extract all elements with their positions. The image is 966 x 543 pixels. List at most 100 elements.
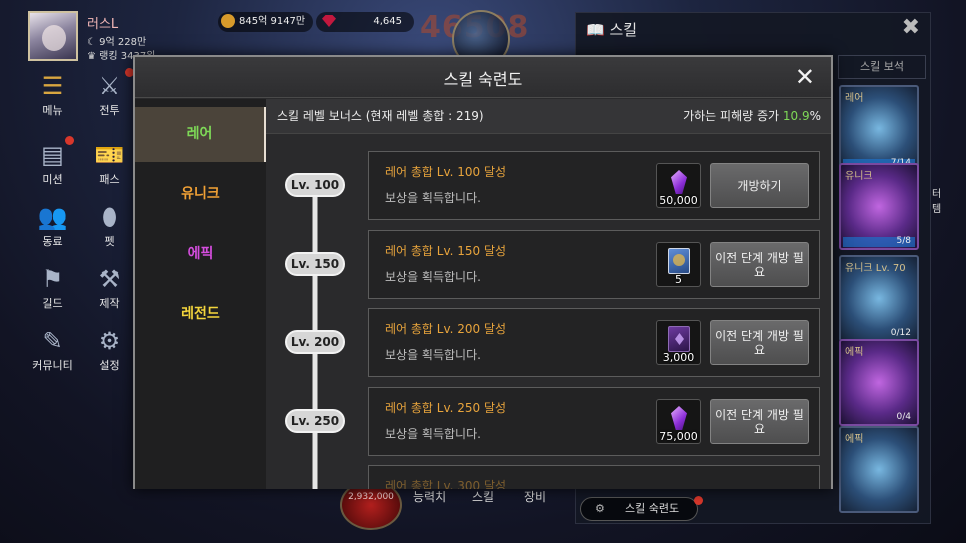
tab-rare-label: 레어 [186, 126, 213, 142]
settings-label: 설정 [99, 359, 120, 372]
guild-button[interactable]: ⚑ 길드 [25, 266, 80, 311]
gold-value: 845억 9147만 [239, 16, 306, 27]
notification-dot [65, 136, 74, 145]
skill-card-label: 레어 [845, 93, 864, 104]
ruby-counter: 4,645 [316, 12, 414, 32]
ruby-value: 4,645 [373, 16, 402, 27]
egg-icon: ⬮ [101, 203, 118, 231]
mission-button[interactable]: ▤ 미션 [25, 142, 80, 187]
people-icon: 👥 [37, 203, 68, 231]
milestone-title: 레어 총합 Lv. 150 달성 [385, 244, 507, 258]
skill-card-count: 5/8 [896, 236, 911, 246]
ticket-icon: 🎫 [94, 141, 125, 169]
damage-bonus: 가하는 피해량 증가 10.9% [683, 99, 821, 134]
skill-panel-title: 📖 스킬 [586, 21, 638, 39]
reward-qty: 50,000 [659, 194, 698, 207]
skill-panel-title-text: 스킬 [609, 21, 638, 39]
ruby-icon [322, 15, 336, 27]
skill-card[interactable]: 유니크 5/8 [839, 163, 919, 250]
milestone-row: 레어 총합 Lv. 100 달성 보상을 획득합니다. 50,000 개방하기 [368, 151, 820, 220]
tab-legend-label: 레전드 [181, 306, 220, 322]
close-icon[interactable]: ✕ [795, 63, 815, 91]
tab-unique[interactable]: 유니크 [135, 167, 266, 222]
skill-gem-tab[interactable]: 스킬 보석 [838, 55, 926, 79]
milestone-desc: 보상을 획득합니다. [385, 427, 481, 441]
milestone-row: 레어 총합 Lv. 200 달성 보상을 획득합니다. 3,000 이전 단계 … [368, 308, 820, 377]
milestone-title: 레어 총합 Lv. 100 달성 [385, 165, 507, 179]
player-avatar[interactable] [28, 11, 78, 61]
locked-button[interactable]: 이전 단계 개방 필요 [710, 242, 809, 287]
level-marker: Lv. 250 [285, 409, 345, 433]
skill-card[interactable]: 에픽 0/4 [839, 339, 919, 426]
skill-card[interactable]: 레어7/14 [839, 85, 919, 172]
companion-button[interactable]: 👥 동료 [25, 204, 80, 249]
reward-slot[interactable]: 5 [656, 242, 701, 287]
skill-card-count: 0/12 [890, 328, 911, 338]
hp-orb-value: 2,932,000 [348, 492, 394, 502]
gear-icon: ⚙ [98, 327, 121, 355]
gold-coin-icon [221, 14, 235, 28]
milestone-row: 레어 총합 Lv. 300 달성 [368, 465, 820, 489]
battle-button[interactable]: ⚔ 전투 [82, 73, 137, 118]
level-marker: Lv. 200 [285, 330, 345, 354]
close-icon[interactable]: ✖ [902, 15, 920, 40]
skill-nav-item[interactable]: 스킬 [472, 488, 494, 505]
locked-button[interactable]: 이전 단계 개방 필요 [710, 399, 809, 444]
skill-mastery-label: 스킬 숙련도 [625, 502, 680, 515]
level-bonus-label: 스킬 레벨 보너스 (현재 레벨 총합 : 219) [277, 109, 484, 123]
player-power: ☾ 9억 228만 [87, 37, 147, 48]
notification-dot [694, 496, 703, 505]
tab-epic[interactable]: 에픽 [135, 227, 266, 282]
skill-card-label: 유니크 Lv. 70 [845, 263, 906, 274]
settings-button[interactable]: ⚙ 설정 [82, 328, 137, 373]
hamburger-icon: ☰ [41, 72, 64, 100]
mastery-icon: ⚙ [595, 502, 605, 515]
milestone-desc: 보상을 획득합니다. [385, 270, 481, 284]
damage-bonus-value: 10.9 [782, 109, 810, 123]
skill-card[interactable]: 에픽 [839, 426, 919, 513]
reward-slot[interactable]: 75,000 [656, 399, 701, 444]
skill-card[interactable]: 유니크 Lv. 70 0/12 [839, 255, 919, 342]
pass-button[interactable]: 🎫 패스 [82, 142, 137, 187]
reward-slot[interactable]: 50,000 [656, 163, 701, 208]
milestone-row: 레어 총합 Lv. 250 달성 보상을 획득합니다. 75,000 이전 단계… [368, 387, 820, 456]
mission-label: 미션 [42, 173, 63, 186]
tab-rare[interactable]: 레어 [135, 107, 266, 162]
player-name: 러스L [87, 17, 119, 32]
menu-button[interactable]: ☰ 메뉴 [25, 73, 80, 118]
equip-nav-item[interactable]: 장비 [524, 488, 546, 505]
level-marker: Lv. 150 [285, 252, 345, 276]
reward-qty: 5 [675, 273, 682, 286]
craft-button[interactable]: ⚒ 제작 [82, 266, 137, 311]
skill-mastery-modal: 스킬 숙련도 ✕ 레어 유니크 에픽 레전드 스킬 레벨 보너스 (현재 레벨 … [133, 55, 833, 489]
anvil-icon: ⚒ [98, 265, 121, 293]
pet-label: 펫 [104, 235, 115, 248]
menu-label: 메뉴 [42, 104, 63, 117]
chat-edit-icon: ✎ [42, 327, 63, 355]
reward-slot[interactable]: 3,000 [656, 320, 701, 365]
battle-label: 전투 [99, 104, 120, 117]
companion-label: 동료 [42, 235, 63, 248]
skill-mastery-button[interactable]: ⚙ 스킬 숙련도 [580, 497, 698, 521]
milestone-row: 레어 총합 Lv. 150 달성 보상을 획득합니다. 5 이전 단계 개방 필… [368, 230, 820, 299]
milestone-title: 레어 총합 Lv. 300 달성 [385, 479, 507, 489]
locked-button[interactable]: 이전 단계 개방 필요 [710, 320, 809, 365]
pet-button[interactable]: ⬮ 펫 [82, 204, 137, 249]
milestone-content: 스킬 레벨 보너스 (현재 레벨 총합 : 219) 가하는 피해량 증가 10… [266, 99, 831, 489]
milestone-desc: 보상을 획득합니다. [385, 348, 481, 362]
guild-banner-icon: ⚑ [41, 265, 64, 293]
skill-card-label: 에픽 [845, 434, 864, 445]
tab-legend[interactable]: 레전드 [135, 287, 266, 342]
community-button[interactable]: ✎ 커뮤니티 [25, 328, 80, 373]
unlock-button[interactable]: 개방하기 [710, 163, 809, 208]
reward-qty: 3,000 [662, 351, 695, 364]
skill-card-label: 에픽 [845, 347, 864, 358]
modal-title: 스킬 숙련도 [443, 70, 523, 89]
milestone-title: 레어 총합 Lv. 250 달성 [385, 401, 507, 415]
stat-nav-item[interactable]: 능력치 [413, 488, 446, 505]
magic-book-icon [668, 326, 690, 352]
modal-header: 스킬 숙련도 ✕ [135, 57, 831, 98]
tab-epic-label: 에픽 [187, 246, 214, 262]
crossed-swords-icon: ⚔ [98, 72, 121, 100]
gold-counter: 845억 9147만 [218, 12, 313, 32]
